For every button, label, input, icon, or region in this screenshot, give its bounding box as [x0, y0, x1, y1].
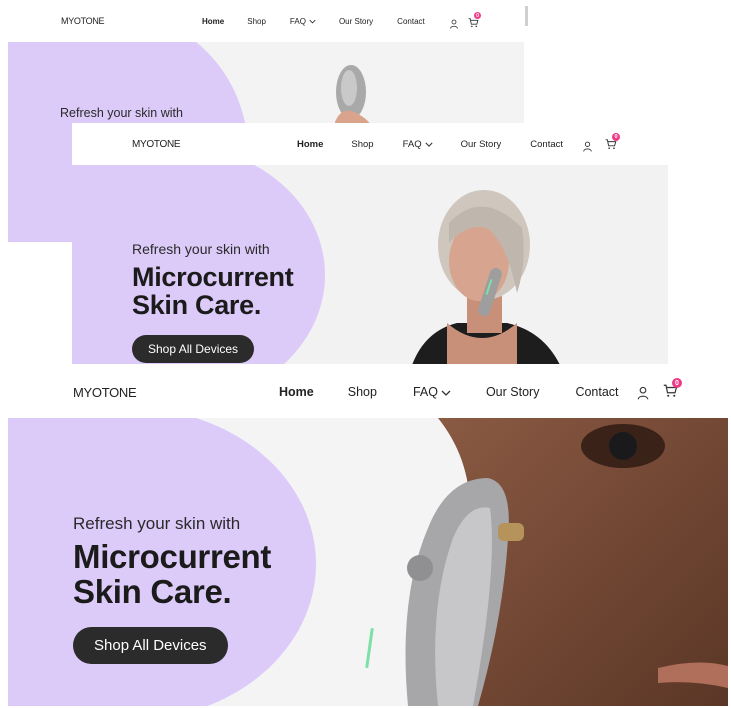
nav-faq-label: FAQ: [289, 17, 306, 26]
logo[interactable]: MYOTONE: [61, 16, 105, 26]
hero-headline: Microcurrent Skin Care.: [73, 538, 272, 610]
screenshot-medium: MYOTONE Home Shop FAQ Our Story Contact …: [72, 123, 668, 364]
header-icons: 0: [636, 378, 682, 403]
account-icon[interactable]: [582, 141, 593, 152]
cart-count-badge: 0: [474, 12, 481, 19]
shop-all-devices-button[interactable]: Shop All Devices: [73, 627, 228, 665]
nav-home[interactable]: Home: [297, 139, 323, 150]
hero-subtitle: Refresh your skin with: [73, 514, 241, 533]
logo[interactable]: MYOTONE: [132, 139, 181, 150]
nav-contact[interactable]: Contact: [530, 139, 563, 150]
hero-headline: Microcurrent Skin Care.: [132, 262, 294, 320]
account-icon[interactable]: [449, 19, 459, 29]
header-icons: 0: [449, 12, 481, 33]
hero-headline-line1: Microcurrent: [132, 262, 294, 292]
chevron-down-icon: [425, 142, 433, 147]
hero-headline-line2-text: Skin Care: [73, 572, 223, 610]
hero-copy: Refresh your skin with Microcurrent Skin…: [132, 241, 294, 363]
hero-headline-line2: Skin Care.: [132, 291, 293, 319]
nav-faq[interactable]: FAQ: [403, 139, 433, 150]
nav-our-story[interactable]: Our Story: [461, 139, 502, 150]
hero-headline-line2: Skin Care.: [73, 572, 271, 610]
main-nav: Home Shop FAQ Our Story Contact: [297, 139, 563, 150]
hero-headline-line1: Microcurrent: [73, 538, 272, 575]
hero-subtitle: Refresh your skin with: [60, 106, 183, 120]
main-nav: Home Shop FAQ Our Story Contact: [202, 17, 425, 26]
cart-button[interactable]: 0: [663, 378, 682, 403]
nav-our-story[interactable]: Our Story: [486, 385, 540, 399]
hero-headline-dot: .: [222, 572, 232, 610]
cart-button[interactable]: 0: [605, 133, 620, 155]
main-nav: Home Shop FAQ Our Story Contact: [279, 385, 619, 399]
header: MYOTONE Home Shop FAQ Our Story Contact …: [8, 0, 524, 42]
nav-contact[interactable]: Contact: [575, 385, 618, 399]
header-icons: 0: [582, 133, 620, 155]
nav-faq-label: FAQ: [402, 139, 422, 150]
hero-headline-line2-text: Skin Care: [132, 290, 254, 321]
shop-all-devices-button[interactable]: Shop All Devices: [132, 334, 255, 363]
nav-home[interactable]: Home: [202, 17, 224, 26]
nav-our-story[interactable]: Our Story: [339, 17, 373, 26]
account-icon[interactable]: [636, 386, 650, 400]
nav-faq-label: FAQ: [412, 385, 438, 399]
nav-faq[interactable]: FAQ: [290, 17, 316, 26]
hero-image-face-closeup: [365, 418, 728, 706]
nav-shop[interactable]: Shop: [351, 139, 373, 150]
nav-shop[interactable]: Shop: [247, 17, 266, 26]
nav-faq[interactable]: FAQ: [413, 385, 451, 399]
header: MYOTONE Home Shop FAQ Our Story Contact …: [8, 366, 728, 418]
nav-home[interactable]: Home: [279, 385, 314, 399]
screenshot-large: MYOTONE Home Shop FAQ Our Story Contact …: [8, 366, 728, 706]
chevron-down-icon: [441, 390, 451, 396]
nav-shop[interactable]: Shop: [348, 385, 377, 399]
scrollbar[interactable]: [525, 6, 528, 26]
hero-headline-dot: .: [253, 290, 262, 321]
nav-contact[interactable]: Contact: [397, 17, 425, 26]
header: MYOTONE Home Shop FAQ Our Story Contact …: [72, 123, 668, 165]
cart-count-badge: 0: [672, 378, 682, 388]
hero: Refresh your skin with Microcurrent Skin…: [72, 165, 668, 364]
cart-count-badge: 0: [612, 133, 620, 141]
hero-copy: Refresh your skin with Microcurrent Skin…: [73, 514, 272, 665]
logo[interactable]: MYOTONE: [73, 385, 137, 400]
cart-button[interactable]: 0: [468, 12, 481, 33]
chevron-down-icon: [309, 20, 316, 24]
hero-copy: Refresh your skin with: [60, 106, 183, 120]
hero: Refresh your skin with Microcurrent Skin…: [8, 418, 728, 706]
hero-image-woman-device: [412, 190, 560, 364]
hero-subtitle: Refresh your skin with: [132, 241, 270, 257]
